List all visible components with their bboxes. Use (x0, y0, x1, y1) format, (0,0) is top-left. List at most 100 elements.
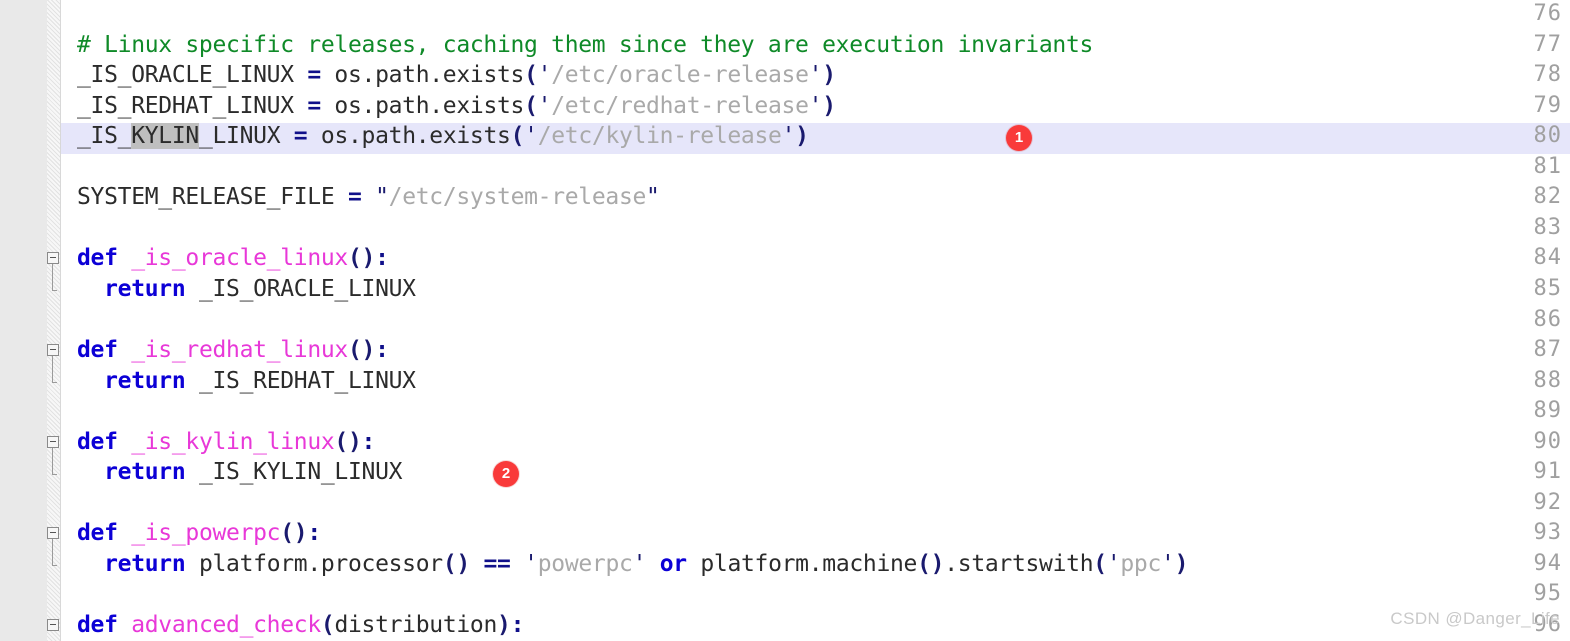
string-token: powerpc (537, 550, 633, 577)
paren-token: ( (524, 92, 538, 119)
function-name-token: _is_kylin_linux (117, 428, 335, 455)
paren-token: ) (822, 92, 836, 119)
fold-toggle[interactable] (47, 610, 60, 641)
operator-token: = (307, 92, 321, 119)
fold-range-end (52, 290, 57, 292)
quote-token: ' (537, 62, 552, 89)
code-line[interactable]: _IS_ORACLE_LINUX = os.path.exists('/etc/… (61, 60, 1570, 91)
function-name-token: _is_oracle_linux (117, 245, 348, 272)
paren-token: ( (524, 62, 538, 89)
paren-token: () (347, 337, 376, 364)
keyword-token: def (77, 337, 118, 364)
identifier-token: _IS_REDHAT_LINUX (185, 367, 416, 394)
paren-token: ) (822, 62, 836, 89)
collapse-icon[interactable] (47, 527, 59, 540)
operator-token: : (375, 245, 389, 272)
identifier-token: _IS_REDHAT_LINUX (77, 92, 308, 119)
fold-toggle[interactable] (47, 518, 60, 579)
quote-token: ' (524, 550, 538, 577)
fold-range-line (52, 447, 53, 475)
code-line[interactable] (61, 152, 1570, 183)
quote-token: ' (1161, 550, 1175, 577)
paren-token: () (442, 550, 470, 577)
string-token: /etc/kylin-release (537, 123, 782, 150)
string-token: /etc/system-release (388, 184, 647, 211)
code-line[interactable]: def _is_oracle_linux(): (61, 243, 1570, 274)
keyword-token: def (77, 612, 118, 638)
operator-token: == (483, 550, 511, 577)
identifier-token: _IS_ORACLE_LINUX (185, 275, 416, 302)
paren-token: ) (497, 612, 511, 638)
fold-range-end (52, 382, 57, 384)
operator-token: : (375, 337, 389, 364)
quote-token: " (375, 184, 389, 211)
operator-token: : (361, 428, 376, 455)
operator-token: : (307, 520, 321, 547)
function-name-token: _is_powerpc (117, 520, 281, 547)
fold-toggle[interactable] (47, 335, 60, 396)
fold-range-line (52, 264, 53, 292)
keyword-token: or (659, 550, 687, 577)
operator-token: : (510, 612, 525, 638)
line-number-gutter[interactable] (0, 0, 47, 641)
keyword-token: def (77, 245, 118, 272)
code-line[interactable] (61, 0, 1570, 30)
operator-token: = (293, 123, 308, 150)
code-line[interactable] (61, 396, 1570, 427)
selected-word: KYLIN (131, 123, 199, 150)
code-line[interactable]: _IS_REDHAT_LINUX = os.path.exists('/etc/… (61, 91, 1570, 122)
code-line[interactable] (61, 213, 1570, 244)
fold-toggle[interactable] (47, 427, 60, 488)
paren-token: ( (1093, 550, 1107, 577)
identifier-token: platform.machine (686, 550, 918, 577)
collapse-icon[interactable] (47, 252, 59, 265)
keyword-token: return (104, 275, 186, 302)
code-line[interactable]: def _is_kylin_linux(): (61, 427, 1570, 458)
quote-token: ' (537, 92, 552, 119)
code-line[interactable] (61, 488, 1570, 519)
keyword-token: return (104, 550, 186, 577)
paren-token: () (334, 428, 362, 455)
quote-token: ' (808, 92, 823, 119)
code-line[interactable]: return _IS_ORACLE_LINUX (61, 274, 1570, 305)
quote-token: " (646, 184, 660, 211)
string-token: /etc/oracle-release (551, 62, 809, 89)
code-text-area[interactable]: # Linux specific releases, caching them … (61, 0, 1570, 641)
comment-token: # Linux specific releases, caching them … (77, 31, 1094, 58)
code-line[interactable]: def _is_powerpc(): (61, 518, 1570, 549)
paren-token: ) (795, 123, 809, 150)
collapse-icon[interactable] (47, 619, 59, 631)
keyword-token: def (77, 520, 118, 547)
identifier-token: distribution (334, 612, 498, 638)
identifier-token: _LINUX (198, 123, 294, 150)
string-token: ppc (1120, 550, 1162, 577)
code-line[interactable]: _IS_KYLIN_LINUX = os.path.exists('/etc/k… (61, 121, 1570, 152)
code-line[interactable]: return platform.processor() == 'powerpc'… (61, 549, 1570, 580)
operator-token: = (307, 62, 321, 89)
quote-token: ' (632, 550, 647, 577)
code-line[interactable]: return _IS_KYLIN_LINUX (61, 457, 1570, 488)
code-line[interactable]: SYSTEM_RELEASE_FILE = "/etc/system-relea… (61, 182, 1570, 213)
code-editor[interactable]: 76 77 78 79 80 81 82 83 84 85 86 87 88 89 90 91 92 93 94 95… (0, 0, 1570, 641)
fold-toggle[interactable] (47, 243, 60, 304)
code-line[interactable]: def advanced_check(distribution): (61, 610, 1570, 641)
identifier-token: SYSTEM_RELEASE_FILE (77, 184, 348, 211)
code-line[interactable] (61, 305, 1570, 336)
identifier-token: _IS_KYLIN_LINUX (185, 459, 403, 486)
paren-token: () (280, 520, 308, 547)
code-line[interactable]: # Linux specific releases, caching them … (61, 30, 1570, 61)
fold-range-line (52, 539, 53, 567)
keyword-token: return (104, 367, 186, 394)
code-line[interactable] (61, 579, 1570, 610)
collapse-icon[interactable] (47, 435, 59, 448)
fold-range-end (52, 473, 57, 475)
annotation-badge: 1 (1006, 125, 1032, 152)
code-line[interactable]: def _is_redhat_linux(): (61, 335, 1570, 366)
identifier-token: os.path.exists (320, 92, 525, 119)
quote-token: ' (524, 123, 538, 150)
collapse-icon[interactable] (47, 344, 59, 357)
paren-token: () (917, 550, 945, 577)
identifier-token: _IS_ORACLE_LINUX (77, 62, 308, 89)
watermark: CSDN @Danger_Life (1390, 609, 1560, 629)
code-line[interactable]: return _IS_REDHAT_LINUX (61, 366, 1570, 397)
